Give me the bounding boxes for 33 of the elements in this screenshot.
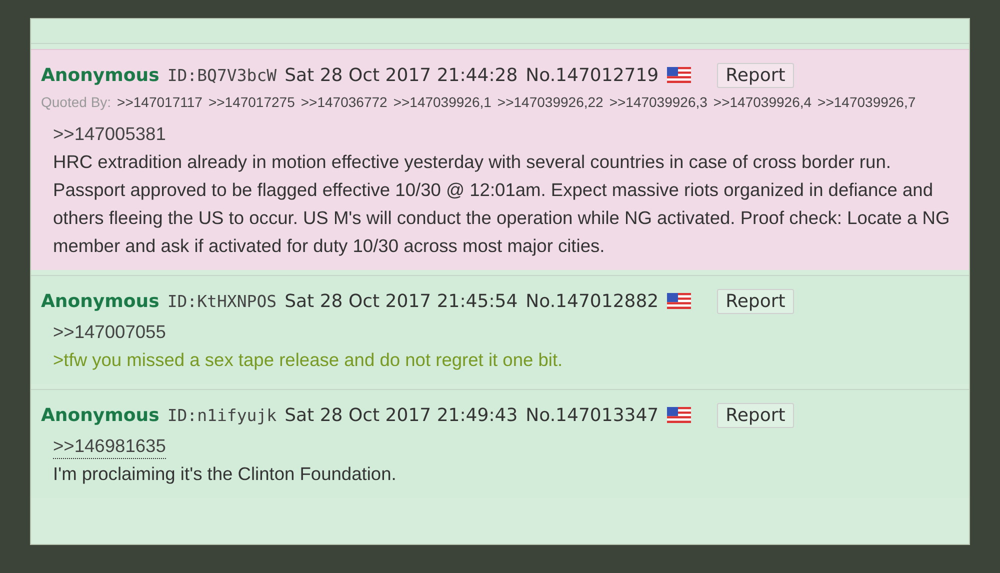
quoted-by-label: Quoted By: xyxy=(41,94,112,110)
backlink[interactable]: >>147039926,3 xyxy=(609,94,708,110)
post-number[interactable]: No.147012719 xyxy=(526,64,659,86)
post-date: Sat 28 Oct 2017 21:44:28 xyxy=(284,64,518,86)
post-text: I'm proclaiming it's the Clinton Foundation. xyxy=(53,462,398,486)
quote-link[interactable]: >>146981635 xyxy=(53,434,166,459)
post-date: Sat 28 Oct 2017 21:45:54 xyxy=(284,290,518,312)
quote-link[interactable]: >>147005381 xyxy=(53,122,166,146)
report-button[interactable]: Report xyxy=(716,288,794,314)
backlink[interactable]: >>147039926,4 xyxy=(713,94,812,110)
poster-name: Anonymous xyxy=(41,404,160,426)
poster-name: Anonymous xyxy=(41,64,160,86)
quote-link[interactable]: >>147007055 xyxy=(53,320,166,344)
poster-id: ID:KtHXNPOS xyxy=(167,292,277,310)
greentext: >tfw you missed a sex tape release and do not regret it one bit. xyxy=(53,348,564,372)
post-text: HRC extradition already in motion effective yesterday with several countries in case of cross border run. Passport approved to be flagged effective 10/30 @ 12:01am. Expect massive riots organized in defiance and others fleeing the US to occur. US M's will conduct the operation while NG activated. Proof check: Locate a NG member and ask if activated for duty 10/30 across most major cities. xyxy=(53,150,951,258)
backlink[interactable]: >>147017117 xyxy=(117,94,202,110)
poster-name: Anonymous xyxy=(41,290,160,312)
backlink[interactable]: >>147039926,1 xyxy=(393,94,492,110)
post-number[interactable]: No.147013347 xyxy=(526,404,659,426)
report-button[interactable]: Report xyxy=(716,402,794,428)
post-date: Sat 28 Oct 2017 21:49:43 xyxy=(284,404,518,426)
backlink[interactable]: >>147017275 xyxy=(208,94,295,110)
poster-id: ID:BQ7V3bcW xyxy=(167,66,277,84)
post-number[interactable]: No.147012882 xyxy=(526,290,659,312)
poster-id: ID:n1ifyujk xyxy=(167,406,277,424)
report-button[interactable]: Report xyxy=(716,62,794,88)
flag-icon xyxy=(666,407,691,423)
backlink[interactable]: >>147039926,22 xyxy=(497,94,604,110)
backlink[interactable]: >>147036772 xyxy=(300,94,388,110)
flag-icon xyxy=(666,67,691,83)
backlink[interactable]: >>147039926,7 xyxy=(818,94,916,110)
flag-icon xyxy=(666,293,691,309)
